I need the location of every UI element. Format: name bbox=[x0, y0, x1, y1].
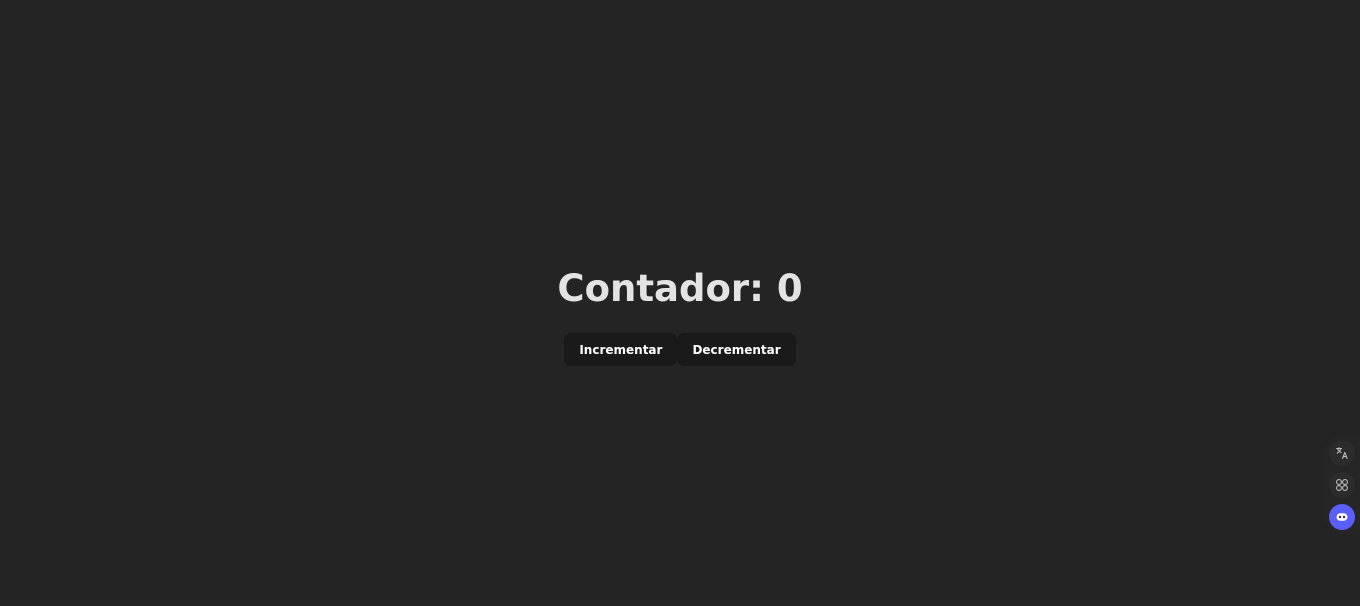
decrement-button[interactable]: Decrementar bbox=[677, 333, 796, 366]
counter-section: Contador: 0 Incrementar Decrementar bbox=[0, 266, 1360, 366]
side-dock bbox=[1324, 436, 1360, 534]
translate-button[interactable] bbox=[1329, 440, 1355, 466]
counter-button-row: Incrementar Decrementar bbox=[564, 333, 796, 366]
counter-title: Contador: 0 bbox=[557, 267, 803, 310]
translate-icon bbox=[1335, 446, 1349, 460]
increment-button[interactable]: Incrementar bbox=[564, 333, 678, 366]
apps-grid-icon bbox=[1335, 478, 1349, 492]
assistant-icon bbox=[1333, 508, 1351, 526]
app-root: Contador: 0 Incrementar Decrementar bbox=[0, 0, 1360, 606]
apps-button[interactable] bbox=[1329, 472, 1355, 498]
assistant-button[interactable] bbox=[1329, 504, 1355, 530]
